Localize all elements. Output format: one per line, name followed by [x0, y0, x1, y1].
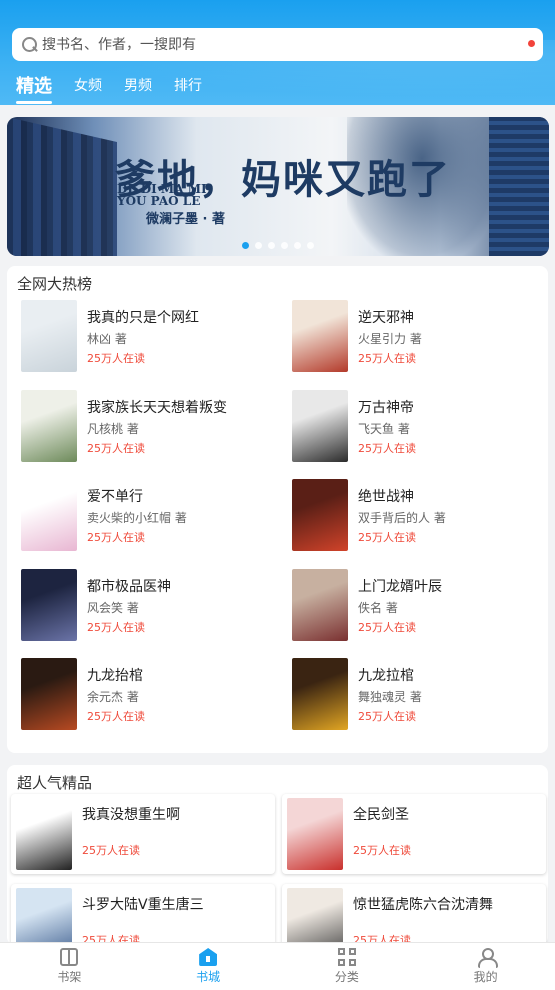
book-readers: 25万人在读 [358, 531, 416, 544]
hot-book-item[interactable]: 我家族长天天想着叛变 凡核桃 著 25万人在读 [21, 389, 281, 462]
book-readers: 25万人在读 [358, 352, 416, 365]
popular-book-item[interactable]: 我真没想重生啊 25万人在读 [11, 794, 275, 874]
promo-banner[interactable]: 爹地，妈咪又跑了 DE DI MA MI YOU PAO LE 微澜子墨 · 著 [7, 117, 549, 256]
book-readers: 25万人在读 [353, 844, 411, 857]
book-title: 九龙拉棺 [358, 668, 414, 684]
book-cover [292, 300, 348, 372]
app-header: 精选 女频 男频 排行 [0, 0, 555, 105]
hot-book-item[interactable]: 绝世战神双手背后的人 著 25万人在读 [292, 479, 552, 551]
notification-dot [528, 40, 535, 47]
banner-pinyin: DE DI MA MI YOU PAO LE [117, 182, 207, 208]
popular-book-item[interactable]: 全民剑圣 25万人在读 [282, 794, 546, 874]
book-readers: 25万人在读 [82, 844, 140, 857]
bottom-nav: 书架 书城 分类 我的 [0, 942, 555, 990]
tab-featured[interactable]: 精选 [16, 72, 52, 104]
book-title: 我真没想重生啊 [82, 807, 180, 823]
book-readers: 25万人在读 [87, 531, 145, 544]
book-title: 上门龙婿叶辰 [358, 578, 442, 595]
nav-label: 书架 [57, 970, 82, 984]
book-cover [287, 798, 343, 870]
book-readers: 25万人在读 [87, 710, 145, 723]
book-author: 凡核桃 著 [87, 421, 139, 436]
user-icon [477, 948, 498, 968]
book-author: 卖火柴的小红帽 著 [87, 511, 187, 525]
book-cover [21, 300, 77, 372]
book-author: 佚名 著 [358, 600, 398, 615]
book-title: 我真的只是个网红 [87, 310, 199, 326]
popular-section: 超人气精品 我真没想重生啊 25万人在读 全民剑圣 25万人在读 斗罗大陆V重生唐三 25… [7, 765, 548, 964]
hot-book-item[interactable]: 爱不单行卖火柴的小红帽 著 25万人在读 [21, 479, 281, 551]
book-author: 舞独魂灵 著 [358, 690, 422, 704]
nav-bookstore[interactable]: 书城 [139, 943, 278, 990]
section-title-popular: 超人气精品 [17, 774, 93, 792]
search-bar[interactable] [12, 28, 543, 61]
book-cover [21, 658, 77, 730]
book-cover [16, 798, 72, 870]
book-author: 余元杰 著 [87, 690, 139, 704]
hot-list-section: 全网大热榜 我真的只是个网红 林凶 著 25万人在读 逆天邪神 火星引力 著 25万人在读… [7, 266, 548, 753]
book-cover [292, 479, 348, 551]
hot-book-item[interactable]: 上门龙婿叶辰 佚名 著 25万人在读 [292, 568, 552, 641]
book-title: 都市极品医神 [87, 578, 171, 595]
hot-book-item[interactable]: 我真的只是个网红 林凶 著 25万人在读 [21, 300, 281, 372]
book-title: 万古神帝 [358, 399, 414, 416]
book-author: 火星引力 著 [358, 332, 422, 346]
book-title: 绝世战神 [358, 489, 414, 505]
tab-ranking[interactable]: 排行 [174, 75, 202, 95]
book-readers: 25万人在读 [87, 441, 145, 455]
book-cover [21, 389, 77, 462]
carousel-dot[interactable] [242, 242, 249, 249]
book-title: 斗罗大陆V重生唐三 [82, 897, 204, 913]
nav-label: 分类 [334, 970, 359, 984]
search-input[interactable] [42, 36, 502, 53]
nav-label: 书城 [196, 970, 221, 984]
book-author: 飞天鱼 著 [358, 421, 410, 436]
bookstore-icon [199, 948, 218, 966]
category-tabs: 精选 女频 男频 排行 [16, 70, 224, 104]
book-author: 林凶 著 [87, 332, 127, 346]
bookshelf-icon [60, 948, 79, 966]
carousel-dot[interactable] [268, 242, 275, 249]
hot-book-item[interactable]: 逆天邪神火星引力 著 25万人在读 [292, 300, 552, 372]
nav-category[interactable]: 分类 [278, 943, 417, 990]
book-title: 我家族长天天想着叛变 [87, 399, 227, 416]
carousel-dot[interactable] [281, 242, 288, 249]
carousel-dot[interactable] [255, 242, 262, 249]
book-cover [292, 658, 348, 730]
book-title: 爱不单行 [87, 489, 143, 505]
carousel-dot[interactable] [294, 242, 301, 249]
carousel-dot[interactable] [307, 242, 314, 249]
hot-book-item[interactable]: 九龙拉棺舞独魂灵 著 25万人在读 [292, 658, 552, 730]
book-title: 惊世猛虎陈六合沈清舞 [353, 897, 493, 913]
banner-author: 微澜子墨 · 著 [146, 212, 225, 227]
banner-city-art [7, 117, 117, 256]
book-readers: 25万人在读 [87, 620, 145, 634]
hot-book-item[interactable]: 万古神帝飞天鱼 著 25万人在读 [292, 389, 552, 462]
book-cover [292, 568, 348, 641]
book-readers: 25万人在读 [358, 441, 416, 455]
carousel-dots [7, 242, 549, 249]
book-title: 全民剑圣 [353, 807, 409, 823]
book-cover [21, 479, 77, 551]
book-cover [21, 568, 77, 641]
book-author: 风会笑 著 [87, 600, 139, 615]
banner-building-art [489, 117, 549, 256]
hot-book-item[interactable]: 都市极品医神 风会笑 著 25万人在读 [21, 568, 281, 641]
nav-bookshelf[interactable]: 书架 [0, 943, 139, 990]
tab-female[interactable]: 女频 [74, 75, 102, 95]
nav-profile[interactable]: 我的 [416, 943, 555, 990]
book-readers: 25万人在读 [87, 352, 145, 365]
nav-label: 我的 [473, 970, 498, 984]
book-title: 逆天邪神 [358, 310, 414, 326]
section-title-hot: 全网大热榜 [17, 275, 93, 293]
book-readers: 25万人在读 [358, 710, 416, 723]
hot-book-item[interactable]: 九龙抬棺余元杰 著 25万人在读 [21, 658, 281, 730]
tab-male[interactable]: 男频 [124, 75, 152, 95]
book-author: 双手背后的人 著 [358, 511, 446, 525]
book-cover [292, 389, 348, 462]
search-icon [22, 36, 38, 53]
book-readers: 25万人在读 [358, 620, 416, 634]
category-grid-icon [337, 948, 356, 966]
book-title: 九龙抬棺 [87, 668, 143, 684]
